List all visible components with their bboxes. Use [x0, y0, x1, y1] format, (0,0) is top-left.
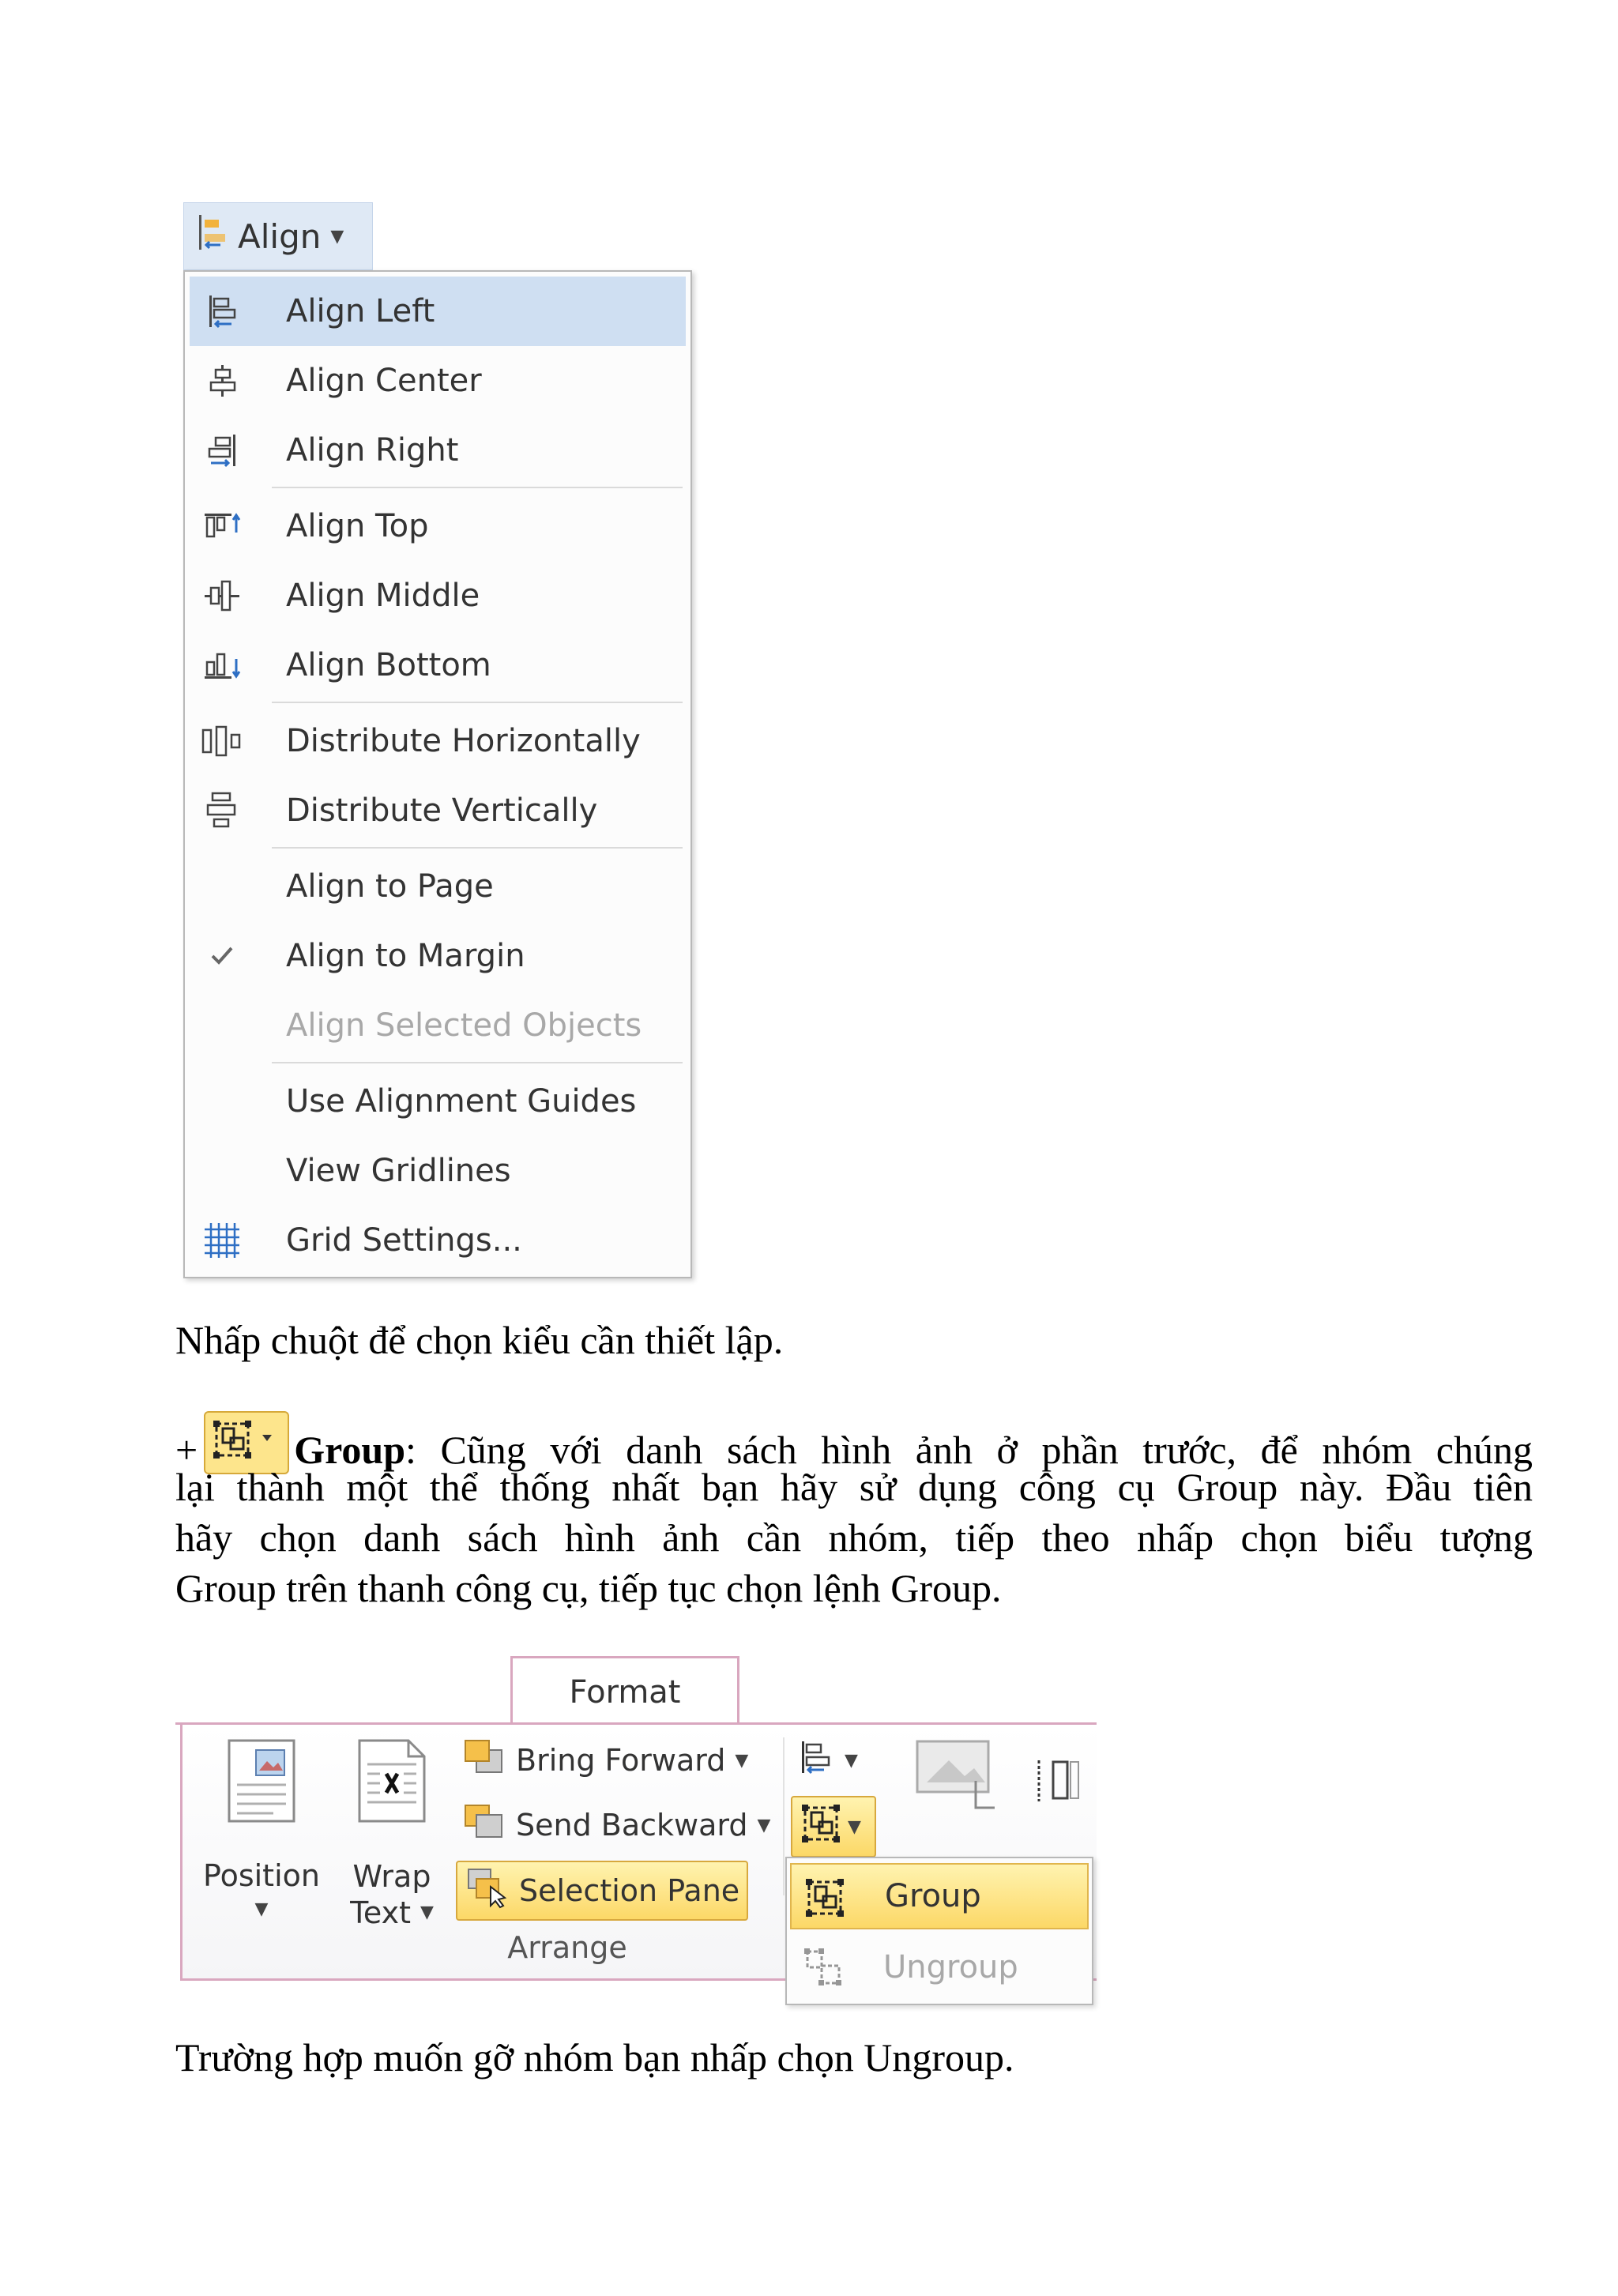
position-label: Position [203, 1858, 320, 1893]
menu-item-align-to-margin[interactable]: Align to Margin [190, 921, 686, 991]
distribute-horizontally-icon [201, 724, 243, 758]
bring-forward-button[interactable]: Bring Forward ▼ [462, 1736, 748, 1785]
group-description-line4: Group trên thanh công cụ, tiếp tục chọn … [175, 1566, 1002, 1610]
menu-item-label: Align Center [286, 363, 482, 399]
selection-pane-label: Selection Pane [519, 1873, 740, 1908]
menu-item-label: Align to Margin [286, 938, 525, 974]
send-backward-icon [462, 1802, 506, 1849]
group-dropdown-menu: Group Ungroup [785, 1857, 1093, 2005]
menu-item-label: Align Middle [286, 578, 480, 614]
menu-item-label: Distribute Vertically [286, 792, 598, 829]
crop-button[interactable] [914, 1736, 1009, 1823]
position-icon [226, 1737, 297, 1831]
align-middle-icon [201, 578, 243, 613]
group-small-button[interactable]: ▼ [791, 1796, 876, 1858]
menu-item-label: Distribute Horizontally [286, 723, 641, 759]
menu-item-align-middle[interactable]: Align Middle [190, 561, 686, 630]
selection-pane-button[interactable]: Selection Pane [456, 1861, 748, 1921]
menu-item-align-selected-objects: Align Selected Objects [190, 991, 686, 1060]
menu-separator [272, 1062, 683, 1063]
menu-item-distribute-vertically[interactable]: Distribute Vertically [190, 776, 686, 845]
menu-item-label: Align to Page [286, 868, 494, 905]
menu-item-label: Align Left [286, 293, 435, 329]
menu-item-label: Grid Settings... [286, 1222, 522, 1259]
menu-item-label: Align Bottom [286, 647, 491, 683]
chevron-down-icon: ▼ [848, 1816, 861, 1837]
chevron-down-icon: ▼ [330, 226, 344, 247]
menu-item-align-center[interactable]: Align Center [190, 346, 686, 416]
wrap-text-icon [356, 1737, 427, 1831]
size-height-icon [1033, 1756, 1083, 1813]
group-objects-icon [801, 1874, 849, 1929]
align-left-icon [197, 213, 228, 259]
selection-pane-icon [465, 1866, 510, 1916]
align-left-icon [201, 294, 243, 329]
menu-item-align-bottom[interactable]: Align Bottom [190, 630, 686, 700]
chevron-down-icon: ▼ [845, 1750, 858, 1771]
grid-icon [201, 1223, 243, 1258]
align-bottom-icon [201, 648, 243, 683]
menu-item-label: Align Selected Objects [286, 1007, 642, 1044]
bring-forward-icon [462, 1737, 506, 1784]
menu-item-group[interactable]: Group [790, 1863, 1089, 1929]
distribute-vertically-icon [201, 792, 243, 828]
chevron-down-icon: ▼ [254, 1899, 269, 1919]
checkmark-icon [201, 939, 243, 973]
crop-image-icon [914, 1737, 1001, 1823]
wrap-text-label-2: Text [350, 1895, 411, 1930]
menu-item-view-gridlines[interactable]: View Gridlines [190, 1136, 686, 1206]
menu-item-align-top[interactable]: Align Top [190, 491, 686, 561]
menu-separator [272, 702, 683, 703]
align-button-label: Align [238, 216, 322, 256]
menu-item-align-left[interactable]: Align Left [190, 277, 686, 346]
tab-format[interactable]: Format [510, 1656, 739, 1726]
menu-item-use-alignment-guides[interactable]: Use Alignment Guides [190, 1067, 686, 1136]
menu-item-label: Align Top [286, 508, 429, 544]
align-top-icon [201, 509, 243, 544]
align-center-icon [201, 363, 243, 398]
menu-item-align-right[interactable]: Align Right [190, 416, 686, 485]
align-button[interactable]: Align ▼ [183, 202, 373, 270]
menu-item-label: Group [885, 1878, 981, 1914]
align-right-icon [201, 433, 243, 468]
send-backward-button[interactable]: Send Backward ▼ [462, 1801, 770, 1850]
ribbon-separator [783, 1737, 785, 1895]
caption-select-style: Nhấp chuột để chọn kiểu cần thiết lập. [175, 1318, 784, 1362]
menu-item-label: View Gridlines [286, 1153, 511, 1189]
chevron-down-icon: ▼ [757, 1815, 771, 1835]
wrap-text-button[interactable]: Wrap Text ▼ [341, 1737, 443, 1959]
arrange-group-label: Arrange [507, 1930, 627, 1965]
menu-separator [272, 847, 683, 849]
align-dropdown-menu: Align Left Align Center Align Right Alig… [183, 270, 692, 1278]
menu-item-ungroup: Ungroup [790, 1934, 1089, 2001]
wrap-text-label-row: Text ▼ [350, 1895, 434, 1931]
group-description-line2: lại thành một thể thống nhất bạn hãy sử … [175, 1465, 1533, 1509]
ungroup-objects-icon [800, 1944, 847, 1999]
align-small-button[interactable]: ▼ [797, 1736, 858, 1785]
menu-item-label: Ungroup [883, 1949, 1018, 1985]
tab-format-label: Format [569, 1673, 681, 1711]
caption-ungroup: Trường hợp muốn gỡ nhóm bạn nhấp chọn Un… [175, 2035, 1014, 2080]
group-objects-icon [797, 1800, 845, 1854]
align-left-icon [797, 1738, 835, 1783]
group-description-line3: hãy chọn danh sách hình ảnh cần nhóm, ti… [175, 1515, 1533, 1560]
wrap-text-label-1: Wrap [352, 1859, 431, 1894]
menu-item-grid-settings[interactable]: Grid Settings... [190, 1206, 686, 1275]
send-backward-label: Send Backward [516, 1808, 748, 1842]
menu-separator [272, 487, 683, 488]
menu-item-label: Align Right [286, 432, 459, 469]
chevron-down-icon: ▼ [420, 1903, 434, 1922]
size-button[interactable] [1033, 1756, 1088, 1812]
menu-item-label: Use Alignment Guides [286, 1083, 637, 1120]
menu-item-distribute-horizontally[interactable]: Distribute Horizontally [190, 706, 686, 776]
bring-forward-label: Bring Forward [516, 1743, 726, 1778]
menu-item-align-to-page[interactable]: Align to Page [190, 852, 686, 921]
position-button[interactable]: Position ▼ [198, 1737, 325, 1959]
chevron-down-icon: ▼ [735, 1750, 749, 1771]
